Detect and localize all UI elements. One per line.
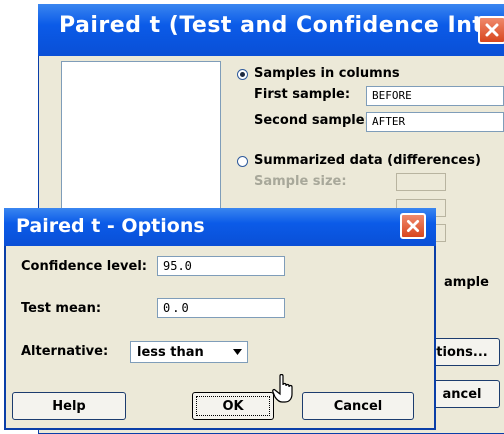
alternative-value: less than [137, 345, 204, 360]
close-icon [485, 23, 499, 37]
options-cancel-button[interactable]: Cancel [302, 392, 414, 420]
alternative-select[interactable]: less than [130, 341, 248, 363]
summarized-data-radio[interactable] [237, 156, 248, 167]
cursor-icon [272, 374, 293, 403]
confidence-level-label: Confidence level: [21, 259, 148, 274]
close-button[interactable] [478, 16, 504, 44]
paired-t-title: Paired t (Test and Confidence Inte... [59, 13, 504, 38]
first-sample-input[interactable]: BEFORE [366, 86, 504, 106]
paired-t-titlebar[interactable]: Paired t (Test and Confidence Inte... [38, 4, 504, 56]
close-icon [406, 219, 420, 233]
sample-size-label: Sample size: [254, 174, 347, 189]
first-sample-label: First sample: [254, 87, 351, 102]
paired-partial-label: ample [444, 275, 489, 290]
help-button[interactable]: Help [12, 392, 126, 420]
options-titlebar[interactable]: Paired t - Options [4, 208, 436, 246]
options-close-button[interactable] [400, 213, 426, 239]
summarized-data-label: Summarized data (differences) [254, 153, 481, 168]
test-mean-input[interactable]: 0.0 [157, 298, 285, 318]
alternative-label: Alternative: [21, 344, 109, 359]
second-sample-input[interactable]: AFTER [366, 112, 504, 132]
confidence-level-input[interactable]: 95.0 [157, 256, 285, 276]
sample-size-input[interactable] [396, 173, 446, 191]
samples-in-columns-label: Samples in columns [254, 66, 400, 81]
second-sample-label: Second sample: [254, 113, 370, 128]
options-title: Paired t - Options [16, 215, 205, 237]
chevron-down-icon[interactable] [229, 344, 245, 360]
test-mean-label: Test mean: [21, 301, 102, 316]
ok-button[interactable]: OK [192, 392, 274, 420]
samples-in-columns-radio[interactable] [237, 69, 248, 80]
